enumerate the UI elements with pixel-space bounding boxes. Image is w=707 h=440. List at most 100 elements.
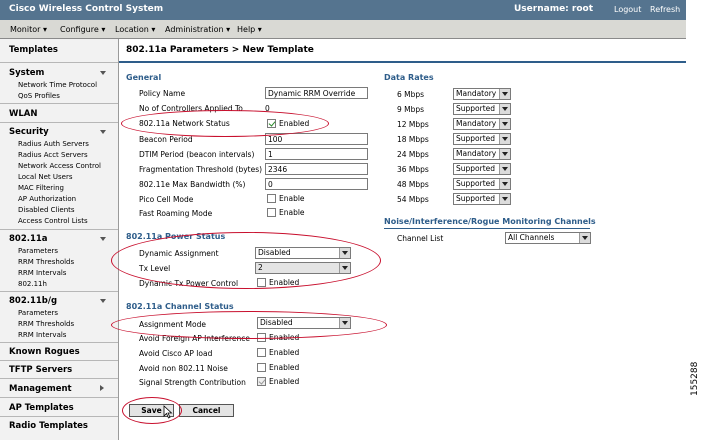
menu-monitor[interactable]: Monitor ▾	[10, 25, 47, 34]
sidebar-item-a-parameters[interactable]: Parameters	[18, 247, 58, 255]
sidebar-item-radius-acct[interactable]: Radius Acct Servers	[18, 151, 88, 159]
sidebar-radio-templates[interactable]: Radio Templates	[9, 421, 88, 431]
sidebar-security[interactable]: Security	[9, 127, 49, 137]
rate-18-select[interactable]: Supported	[453, 133, 511, 145]
page-title: 802.11a Parameters > New Template	[126, 45, 314, 55]
rate-12-label: 12 Mbps	[397, 120, 429, 129]
main-content: 802.11a Parameters > New Template Genera…	[111, 39, 686, 440]
sidebar-system[interactable]: System	[9, 68, 44, 78]
sidebar-item-qos[interactable]: QoS Profiles	[18, 92, 60, 100]
sidebar-item-bg-rrm-thresholds[interactable]: RRM Thresholds	[18, 320, 74, 328]
sidebar-tftp-servers[interactable]: TFTP Servers	[9, 365, 72, 375]
figure-number: 155288	[690, 361, 700, 396]
sidebar-item-bg-parameters[interactable]: Parameters	[18, 309, 58, 317]
sidebar-item-radius-auth[interactable]: Radius Auth Servers	[18, 140, 89, 148]
channel-list-select[interactable]: All Channels	[505, 232, 591, 244]
fast-roaming-checkbox[interactable]	[267, 208, 276, 217]
chevron-down-icon	[499, 179, 510, 189]
logout-link[interactable]: Logout	[614, 5, 641, 14]
annotation-oval-power-status	[111, 232, 381, 289]
chevron-right-icon[interactable]	[100, 385, 104, 391]
rate-24-select[interactable]: Mandatory	[453, 148, 511, 160]
avoid-noise-checkbox[interactable]	[257, 363, 266, 372]
rate-48-label: 48 Mbps	[397, 180, 429, 189]
rate-6-value: Mandatory	[456, 89, 497, 98]
policy-name-input[interactable]: Dynamic RRM Override	[265, 87, 368, 99]
menu-location[interactable]: Location ▾	[115, 25, 155, 34]
avoid-cisco-enabled-label: Enabled	[269, 348, 300, 357]
chevron-down-icon[interactable]	[100, 237, 106, 241]
chevron-down-icon: ▾	[226, 25, 231, 34]
divider	[0, 342, 118, 343]
avoid-noise-label: Avoid non 802.11 Noise	[139, 364, 228, 373]
chevron-down-icon[interactable]	[100, 71, 106, 75]
sidebar-item-acl[interactable]: Access Control Lists	[18, 217, 88, 225]
chevron-down-icon[interactable]	[100, 299, 106, 303]
sidebar-wlan[interactable]: WLAN	[9, 109, 37, 119]
chevron-down-icon	[499, 134, 510, 144]
rate-12-select[interactable]: Mandatory	[453, 118, 511, 130]
rate-24-value: Mandatory	[456, 149, 497, 158]
sidebar-item-ap-authorization[interactable]: AP Authorization	[18, 195, 76, 203]
fragmentation-input[interactable]: 2346	[265, 163, 368, 175]
sidebar-known-rogues[interactable]: Known Rogues	[9, 347, 80, 357]
menu-help-label: Help	[237, 25, 256, 34]
sidebar-80211a[interactable]: 802.11a	[9, 234, 48, 244]
menu-monitor-label: Monitor	[10, 25, 41, 34]
fragmentation-label: Fragmentation Threshold (bytes)	[139, 165, 263, 174]
sidebar-ap-templates[interactable]: AP Templates	[9, 403, 74, 413]
sidebar-item-ntp[interactable]: Network Time Protocol	[18, 81, 97, 89]
sidebar-80211bg[interactable]: 802.11b/g	[9, 296, 57, 306]
channel-list-value: All Channels	[508, 233, 555, 242]
dtim-period-input[interactable]: 1	[265, 148, 368, 160]
rate-54-select[interactable]: Supported	[453, 193, 511, 205]
chevron-down-icon[interactable]	[100, 130, 106, 134]
pico-cell-enable-label: Enable	[279, 194, 305, 203]
divider	[0, 397, 118, 398]
menu-bar: Monitor ▾ Configure ▾ Location ▾ Adminis…	[0, 20, 686, 39]
rate-18-value: Supported	[456, 134, 496, 143]
divider	[0, 291, 118, 292]
cancel-button[interactable]: Cancel	[179, 404, 234, 417]
menu-configure[interactable]: Configure ▾	[60, 25, 105, 34]
pico-cell-label: Pico Cell Mode	[139, 195, 194, 204]
sidebar: Templates System Network Time Protocol Q…	[0, 39, 119, 440]
avoid-cisco-checkbox[interactable]	[257, 348, 266, 357]
rate-48-select[interactable]: Supported	[453, 178, 511, 190]
chevron-down-icon	[499, 89, 510, 99]
max-bandwidth-input[interactable]: 0	[265, 178, 368, 190]
rate-54-label: 54 Mbps	[397, 195, 429, 204]
rate-36-select[interactable]: Supported	[453, 163, 511, 175]
rate-9-label: 9 Mbps	[397, 105, 425, 114]
sidebar-management[interactable]: Management	[9, 384, 72, 394]
sidebar-item-mac-filtering[interactable]: MAC Filtering	[18, 184, 64, 192]
sidebar-item-a-rrm-intervals[interactable]: RRM Intervals	[18, 269, 66, 277]
sidebar-item-local-net-users[interactable]: Local Net Users	[18, 173, 72, 181]
general-heading: General	[126, 73, 162, 82]
fast-roaming-enable-label: Enable	[279, 208, 305, 217]
menu-administration[interactable]: Administration ▾	[165, 25, 230, 34]
refresh-link[interactable]: Refresh	[650, 5, 680, 14]
menu-help[interactable]: Help ▾	[237, 25, 262, 34]
signal-strength-enabled-label: Enabled	[269, 377, 300, 386]
sidebar-item-a-rrm-thresholds[interactable]: RRM Thresholds	[18, 258, 74, 266]
divider	[0, 360, 118, 361]
title-bar: Cisco Wireless Control System Username: …	[0, 0, 686, 20]
sidebar-templates[interactable]: Templates	[9, 45, 58, 55]
sidebar-item-bg-rrm-intervals[interactable]: RRM Intervals	[18, 331, 66, 339]
rate-6-label: 6 Mbps	[397, 90, 425, 99]
sidebar-item-nac[interactable]: Network Access Control	[18, 162, 101, 170]
rate-12-value: Mandatory	[456, 119, 497, 128]
divider	[0, 122, 118, 123]
rate-18-label: 18 Mbps	[397, 135, 429, 144]
sidebar-item-80211h[interactable]: 802.11h	[18, 280, 47, 288]
max-bandwidth-label: 802.11e Max Bandwidth (%)	[139, 180, 246, 189]
pico-cell-checkbox[interactable]	[267, 194, 276, 203]
rate-9-select[interactable]: Supported	[453, 103, 511, 115]
rate-6-select[interactable]: Mandatory	[453, 88, 511, 100]
menu-configure-label: Configure	[60, 25, 99, 34]
menu-location-label: Location	[115, 25, 149, 34]
chevron-down-icon	[499, 149, 510, 159]
channel-status-heading: 802.11a Channel Status	[126, 302, 234, 311]
sidebar-item-disabled-clients[interactable]: Disabled Clients	[18, 206, 75, 214]
